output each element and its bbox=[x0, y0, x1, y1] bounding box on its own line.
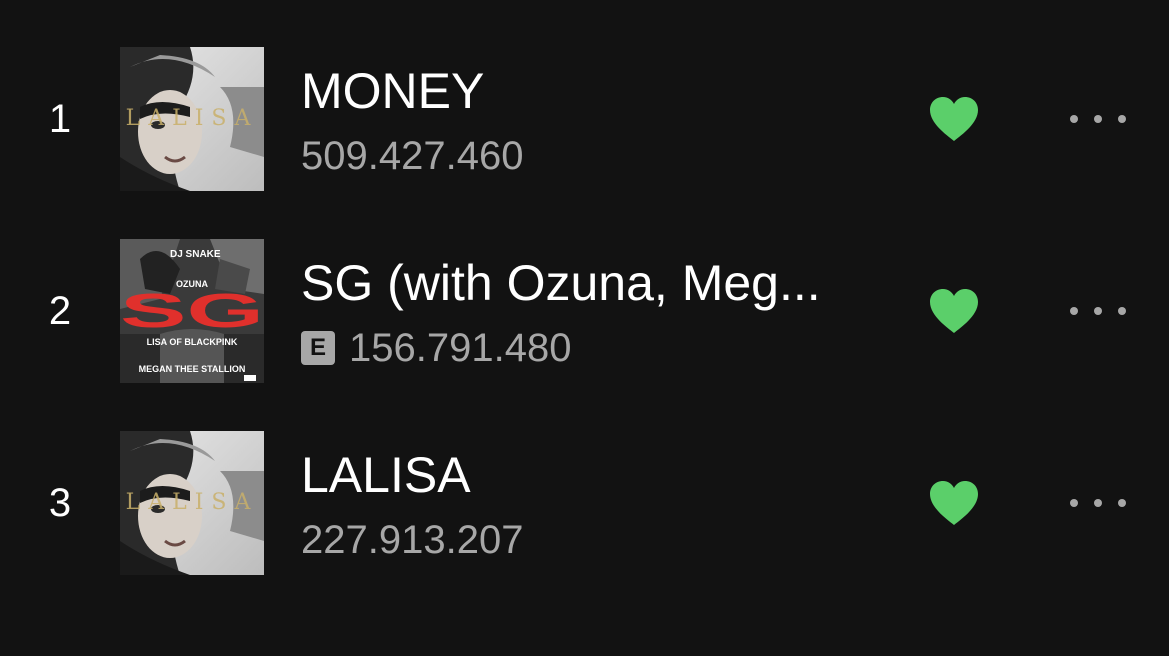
album-cover[interactable]: DJ SNAKE OZUNA SG LISA OF BLACKPINK MEGA… bbox=[120, 239, 264, 383]
track-meta: E 156.791.480 bbox=[301, 325, 571, 371]
liked-heart-icon[interactable] bbox=[928, 95, 980, 143]
dot bbox=[1094, 307, 1102, 315]
more-options-icon[interactable] bbox=[1070, 299, 1126, 323]
svg-text:LISA OF BLACKPINK: LISA OF BLACKPINK bbox=[147, 337, 238, 347]
sg-cover-icon: DJ SNAKE OZUNA SG LISA OF BLACKPINK MEGA… bbox=[120, 239, 264, 383]
track-list: 1 LALISA MONEY 509.427.460 2 DJ SNAKE OZ… bbox=[0, 0, 1169, 656]
track-meta: 509.427.460 bbox=[301, 133, 523, 179]
track-meta: 227.913.207 bbox=[301, 517, 523, 563]
svg-text:MEGAN THEE STALLION: MEGAN THEE STALLION bbox=[139, 364, 246, 374]
lalisa-cover-icon: LALISA bbox=[120, 47, 264, 191]
liked-heart-icon[interactable] bbox=[928, 287, 980, 335]
track-rank: 1 bbox=[48, 97, 72, 141]
dot bbox=[1118, 115, 1126, 123]
dot bbox=[1070, 115, 1078, 123]
dot bbox=[1070, 499, 1078, 507]
dot bbox=[1094, 499, 1102, 507]
lalisa-cover-icon: LALISA bbox=[120, 431, 264, 575]
svg-text:LALISA: LALISA bbox=[126, 106, 259, 131]
track-title[interactable]: MONEY bbox=[301, 63, 871, 119]
liked-heart-icon[interactable] bbox=[928, 479, 980, 527]
dot bbox=[1118, 307, 1126, 315]
track-title[interactable]: SG (with Ozuna, Meg... bbox=[301, 255, 871, 311]
track-row[interactable]: 3 LALISA LALISA 227.913.207 bbox=[0, 431, 1169, 575]
dot bbox=[1118, 499, 1126, 507]
svg-text:SG: SG bbox=[120, 285, 264, 338]
play-count: 156.791.480 bbox=[349, 326, 572, 370]
track-rank: 2 bbox=[48, 289, 72, 333]
dot bbox=[1094, 115, 1102, 123]
explicit-badge: E bbox=[301, 331, 335, 365]
track-row[interactable]: 2 DJ SNAKE OZUNA SG LISA OF BLACKPINK ME… bbox=[0, 239, 1169, 383]
track-rank: 3 bbox=[48, 481, 72, 525]
track-title[interactable]: LALISA bbox=[301, 447, 871, 503]
album-cover[interactable]: LALISA bbox=[120, 47, 264, 191]
more-options-icon[interactable] bbox=[1070, 107, 1126, 131]
svg-text:LALISA: LALISA bbox=[126, 490, 259, 515]
play-count: 509.427.460 bbox=[301, 134, 524, 178]
more-options-icon[interactable] bbox=[1070, 491, 1126, 515]
play-count: 227.913.207 bbox=[301, 518, 524, 562]
svg-text:DJ SNAKE: DJ SNAKE bbox=[170, 249, 221, 260]
track-row[interactable]: 1 LALISA MONEY 509.427.460 bbox=[0, 47, 1169, 191]
album-cover[interactable]: LALISA bbox=[120, 431, 264, 575]
dot bbox=[1070, 307, 1078, 315]
